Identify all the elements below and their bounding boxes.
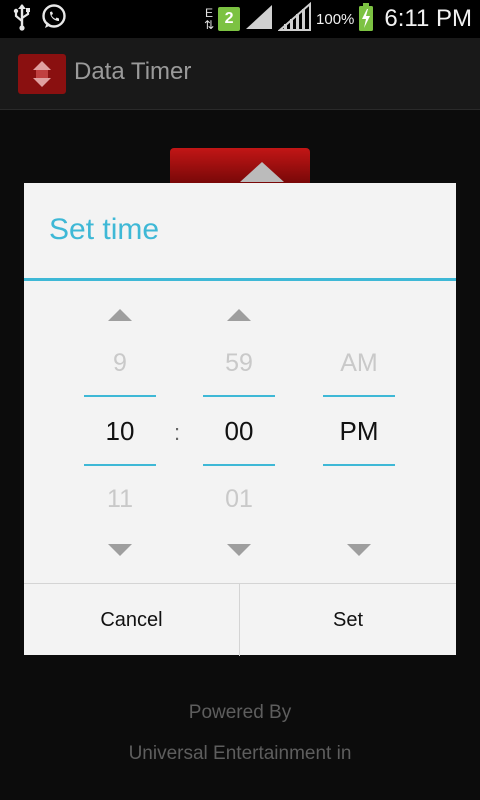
ampm-current-value[interactable]: PM [323, 416, 395, 447]
minute-selection-line-top [203, 395, 275, 397]
minute-selection-line-bottom [203, 464, 275, 466]
title-divider [24, 278, 456, 281]
minute-current-value[interactable]: 00 [203, 416, 275, 447]
status-right-icons: E ⇅ 2 100% 6:11 PM [204, 1, 472, 37]
ampm-selection-line-top [323, 395, 395, 397]
powered-by-label: Powered By [188, 702, 292, 723]
status-bar: E ⇅ 2 100% 6:11 PM [0, 0, 480, 38]
whatsapp-icon [40, 3, 68, 36]
network-type: E ⇅ [204, 7, 214, 31]
hour-picker[interactable]: 9 10 11 [84, 303, 156, 563]
hour-selection-line-bottom [84, 464, 156, 466]
app-logo-icon [18, 54, 66, 94]
usb-icon [12, 3, 32, 36]
hour-increment-icon[interactable] [108, 309, 132, 321]
signal-icon [277, 1, 312, 37]
ampm-selection-line-bottom [323, 464, 395, 466]
company-label: Universal Entertainment in [128, 743, 352, 764]
minute-next-value[interactable]: 01 [203, 485, 275, 514]
minute-decrement-icon[interactable] [227, 544, 251, 556]
minute-increment-icon[interactable] [227, 309, 251, 321]
set-time-dialog: Set time 9 10 11 : 59 00 01 AM PM Cancel… [24, 183, 456, 656]
hour-selection-line-top [84, 395, 156, 397]
time-separator: : [174, 420, 181, 445]
status-time: 6:11 PM [384, 5, 472, 32]
hour-prev-value[interactable]: 9 [84, 349, 156, 378]
up-arrow-icon [240, 162, 284, 182]
status-left-icons [12, 3, 68, 36]
action-bar: Data Timer [0, 38, 480, 110]
app-title: Data Timer [74, 58, 192, 85]
ampm-decrement-icon[interactable] [347, 544, 371, 556]
hour-decrement-icon[interactable] [108, 544, 132, 556]
sim-badge: 2 [218, 7, 241, 31]
battery-charging-icon [358, 2, 374, 37]
cancel-button[interactable]: Cancel [24, 584, 240, 656]
set-button[interactable]: Set [240, 584, 456, 656]
hour-next-value[interactable]: 11 [84, 485, 156, 514]
minute-prev-value[interactable]: 59 [203, 349, 275, 378]
hour-current-value[interactable]: 10 [84, 416, 156, 447]
minute-picker[interactable]: 59 00 01 [203, 303, 275, 563]
dialog-button-row: Cancel Set [24, 583, 456, 656]
dialog-title: Set time [49, 213, 160, 246]
data-arrows-icon: ⇅ [203, 18, 215, 32]
signal-icon [244, 3, 274, 36]
ampm-prev-value[interactable]: AM [323, 349, 395, 378]
battery-percent: 100% [316, 10, 355, 28]
ampm-picker[interactable]: AM PM [323, 303, 395, 563]
